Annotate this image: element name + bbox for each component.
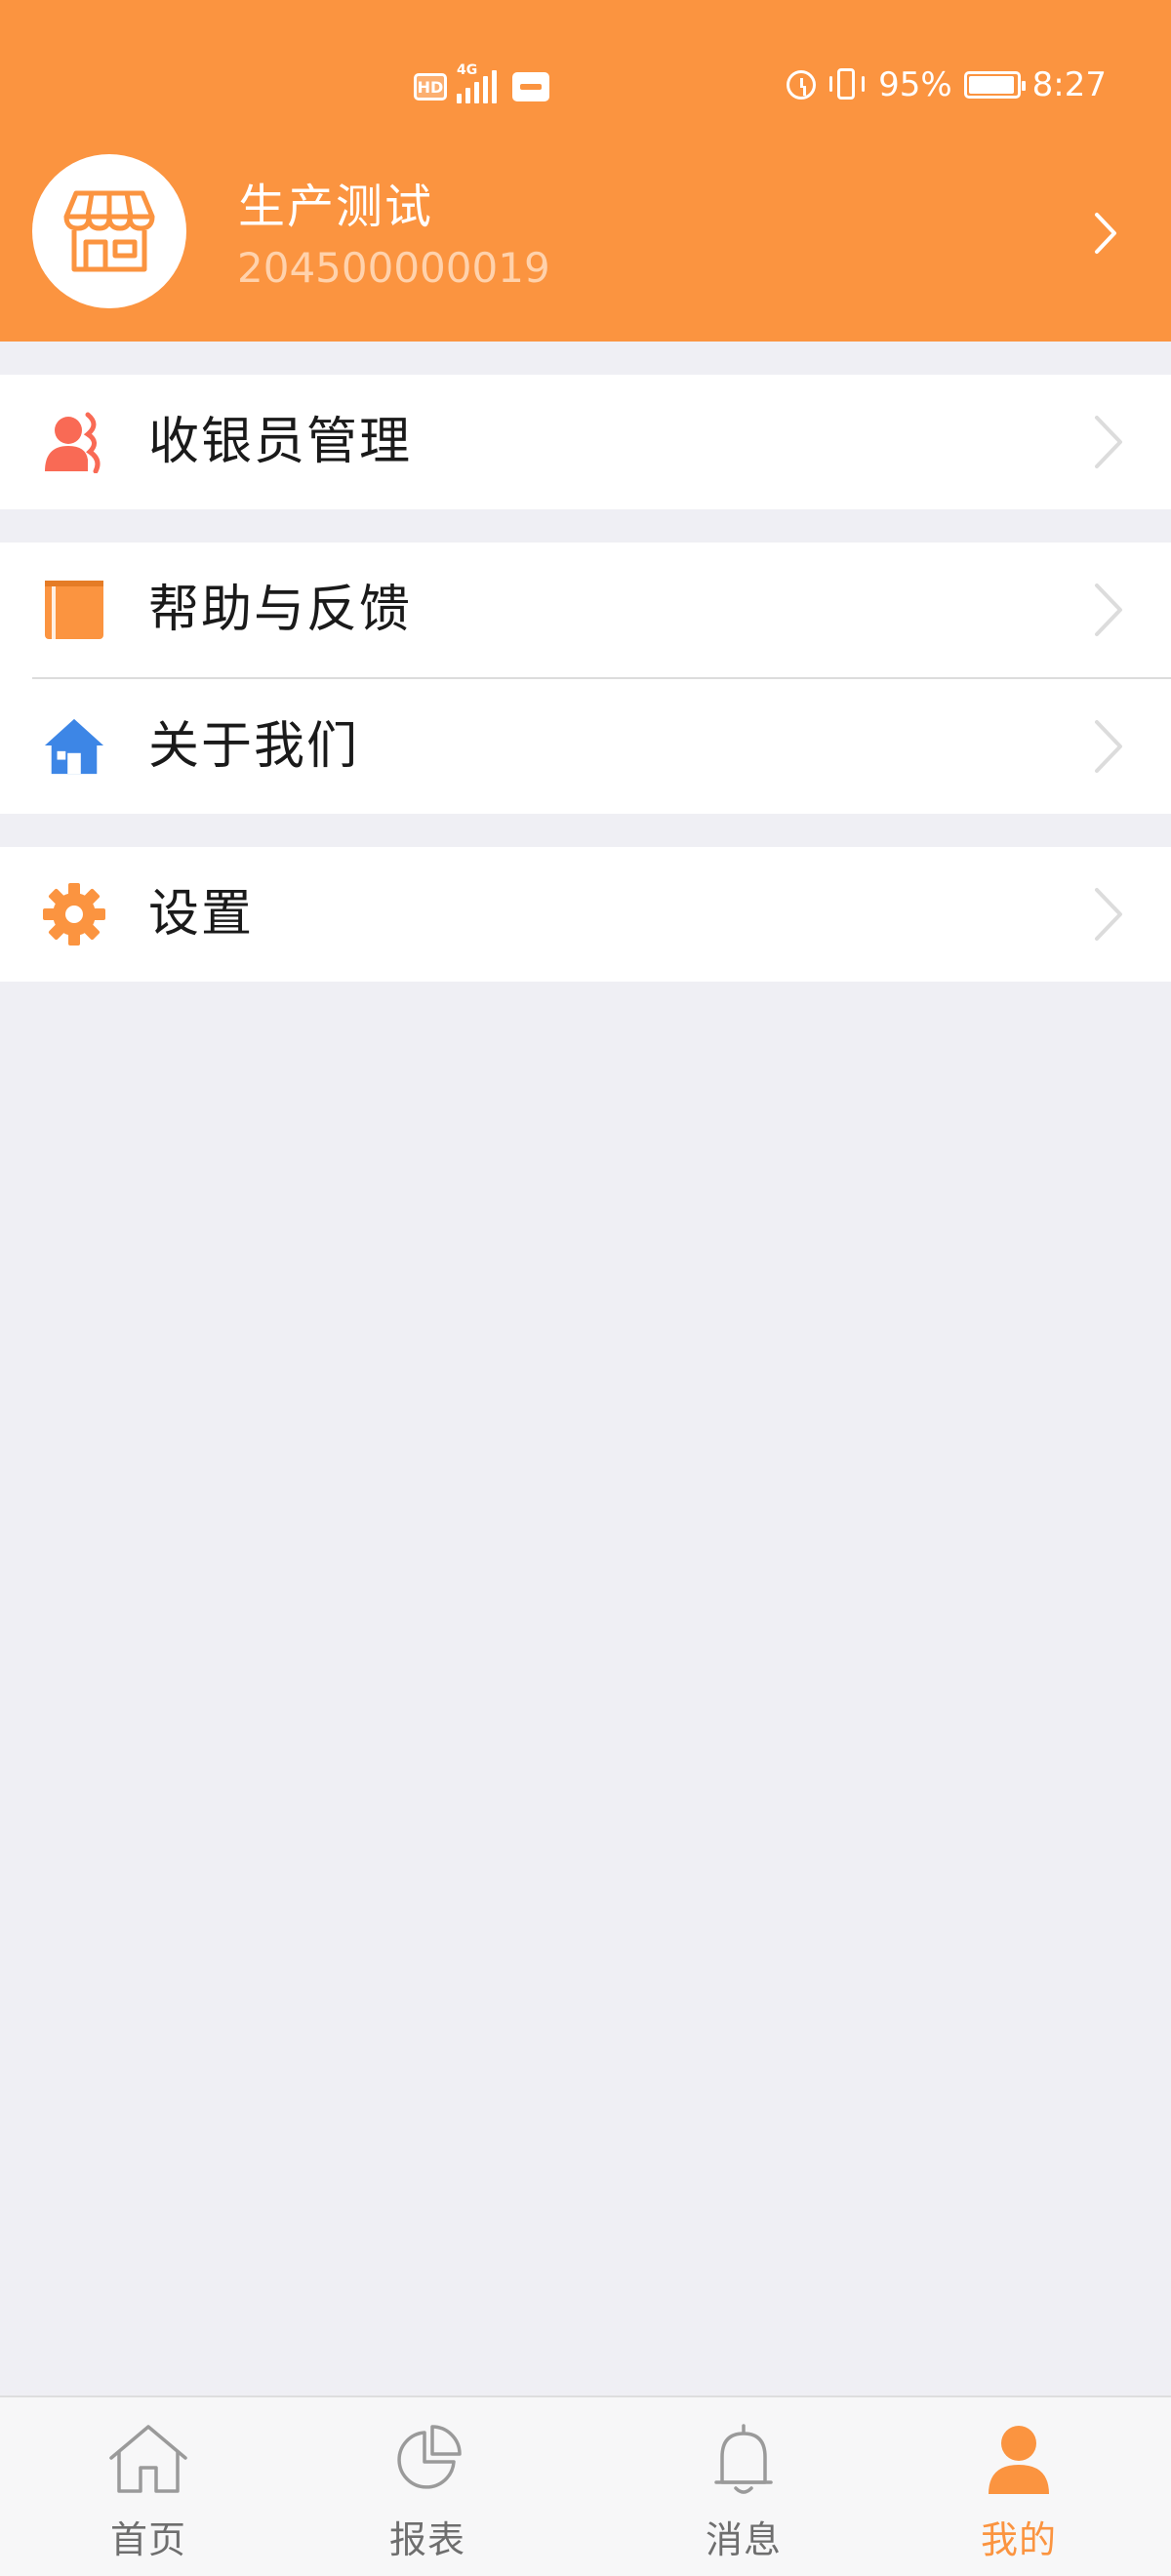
menu-group-2: 帮助与反馈 关于我们: [0, 543, 1171, 814]
menu-group-1: 收银员管理: [0, 375, 1171, 509]
menu-item-label: 帮助与反馈: [148, 581, 413, 639]
store-name: 生产测试: [238, 180, 434, 234]
tab-label: 我的: [980, 2518, 1057, 2561]
store-icon: [63, 190, 155, 272]
battery-icon: [963, 71, 1026, 99]
app-notification-icon: [512, 72, 549, 101]
menu-item-help-feedback[interactable]: 帮助与反馈: [0, 543, 1171, 677]
menu-group-3: 设置: [0, 847, 1171, 982]
clock: 8:27: [1031, 65, 1107, 104]
tab-mine[interactable]: 我的: [921, 2397, 1116, 2576]
status-bar: HD 4G 95% 8:27: [0, 0, 1171, 117]
store-id: 204500000019: [237, 244, 550, 292]
tab-report[interactable]: 报表: [330, 2397, 525, 2576]
alarm-icon: [787, 70, 817, 100]
user-icon: [975, 2415, 1063, 2503]
tab-label: 消息: [705, 2518, 782, 2561]
hd-icon: HD: [414, 73, 447, 101]
battery-percent: 95%: [878, 65, 952, 104]
tab-messages[interactable]: 消息: [646, 2397, 841, 2576]
profile-header: HD 4G 95% 8:27 生产测试 204500000019: [0, 0, 1171, 342]
vibrate-icon: [828, 66, 867, 103]
menu-item-label: 设置: [148, 885, 255, 944]
page: HD 4G 95% 8:27 生产测试 204500000019 收银员管理 帮…: [0, 0, 1171, 2576]
pie-chart-icon: [384, 2415, 471, 2503]
house-icon: [43, 715, 105, 778]
bell-icon: [700, 2415, 787, 2503]
chevron-right-icon: [1095, 584, 1122, 636]
menu-item-label: 收银员管理: [148, 413, 413, 471]
menu-item-cashier-management[interactable]: 收银员管理: [0, 375, 1171, 509]
menu-item-label: 关于我们: [148, 717, 360, 776]
tab-label: 报表: [388, 2518, 465, 2561]
home-icon: [104, 2415, 192, 2503]
chevron-right-icon: [1095, 720, 1122, 773]
tab-home[interactable]: 首页: [51, 2397, 246, 2576]
status-right: 95% 8:27: [787, 60, 1107, 109]
cashier-user-icon: [43, 411, 105, 473]
avatar: [32, 154, 186, 308]
profile-row[interactable]: 生产测试 204500000019: [0, 146, 1171, 322]
signal-icon: 4G: [457, 62, 497, 103]
tab-label: 首页: [109, 2518, 186, 2561]
bottom-tab-bar: 首页 报表 消息 我的: [0, 2395, 1171, 2576]
gear-icon: [43, 883, 105, 946]
status-left: HD 4G: [414, 62, 549, 111]
chevron-right-icon: [1095, 416, 1122, 468]
book-icon: [43, 579, 105, 641]
menu-item-settings[interactable]: 设置: [0, 847, 1171, 982]
menu-item-about-us[interactable]: 关于我们: [0, 679, 1171, 814]
chevron-right-icon: [1095, 213, 1116, 254]
chevron-right-icon: [1095, 888, 1122, 941]
network-type: 4G: [457, 62, 478, 78]
